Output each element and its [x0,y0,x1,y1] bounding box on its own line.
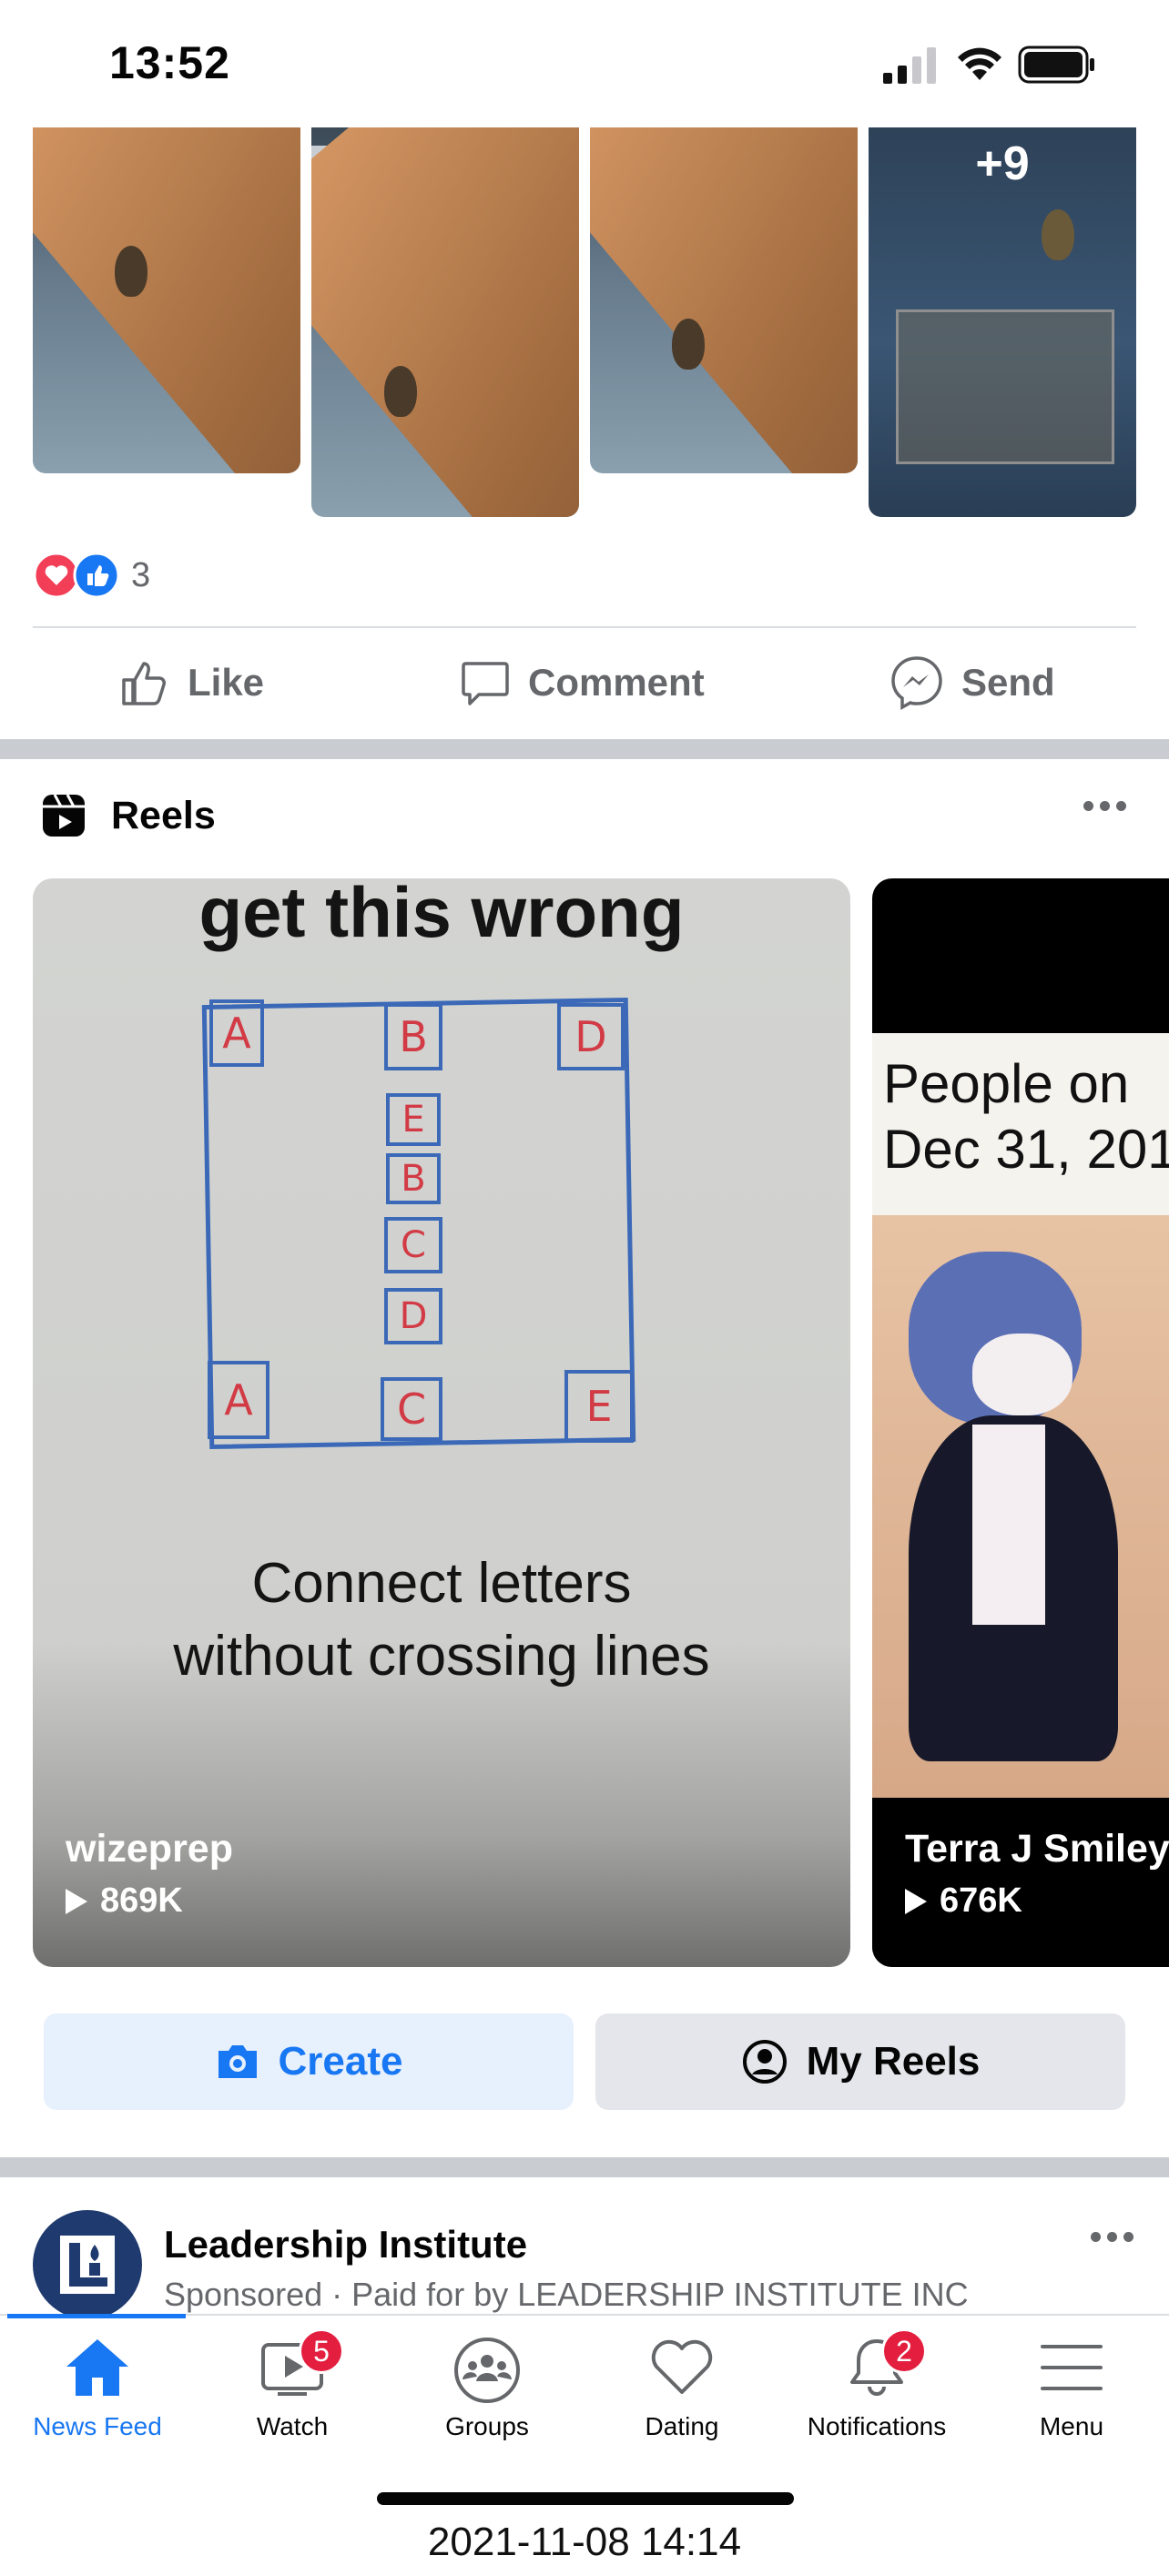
reel-card-terra[interactable]: People on Dec 31, 201 Terra J Smiley 676… [872,878,1169,1967]
reel-overlay-line: Dec 31, 201 [883,1119,1169,1180]
reel-caption: Connect letters without crossing lines [33,1547,850,1693]
send-button[interactable]: Send [889,619,1055,746]
tab-label: Groups [445,2412,529,2440]
sponsor-avatar[interactable] [33,2210,142,2319]
reels-icon [43,794,85,837]
more-dot-icon [1116,801,1126,811]
play-icon [66,1888,87,1914]
tab-dating[interactable]: Dating [584,2336,779,2454]
reels-header[interactable]: Reels [40,792,216,839]
like-label: Like [188,661,265,704]
tab-label: News Feed [33,2412,162,2440]
hamburger-menu-icon [1041,2345,1103,2390]
watch-notification-badge: 5 [299,2328,344,2374]
tab-groups[interactable]: Groups [390,2336,584,2454]
battery-icon [1018,46,1094,84]
more-photos-count: +9 [975,137,1030,190]
post-photo-4-more[interactable]: +9 [869,127,1136,517]
tab-watch[interactable]: Watch [195,2336,390,2454]
heart-icon [651,2339,713,2394]
reel-view-count: 869K [66,1881,183,1921]
more-dot-icon [1123,2232,1133,2242]
puzzle-letter: E [564,1370,634,1443]
reels-more-options[interactable] [1083,801,1126,811]
tab-notifications[interactable]: Notifications [779,2336,974,2454]
my-reels-label: My Reels [806,2039,981,2084]
reels-title: Reels [111,793,216,837]
section-divider [0,739,1169,759]
tab-label: Dating [645,2412,719,2440]
sponsor-name[interactable]: Leadership Institute [164,2223,527,2267]
reaction-count: 3 [131,555,151,594]
like-reaction-icon [73,552,120,599]
tab-menu[interactable]: Menu [974,2336,1169,2454]
tab-news-feed[interactable]: News Feed [0,2336,195,2454]
reel-thumbnail-cartoon [872,1215,1169,1798]
active-tab-indicator [7,2314,186,2318]
notifications-badge: 2 [881,2328,927,2374]
groups-icon [454,2338,520,2403]
thumbs-up-icon [122,662,166,705]
puzzle-letter: E [386,1093,441,1146]
home-icon [66,2339,128,2396]
post-photo-1[interactable] [33,127,300,473]
leadership-institute-logo-icon [60,2236,115,2294]
reel-overlay-line: People on [883,1053,1130,1114]
comment-label: Comment [528,661,705,704]
camera-icon [218,2045,257,2078]
sponsored-subtitle: Sponsored · Paid for by LEADERSHIP INSTI… [164,2276,969,2313]
puzzle-letter: C [381,1377,442,1441]
post-photo-2[interactable] [311,127,579,517]
like-button[interactable]: Like [118,619,264,746]
reel-caption-line: without crossing lines [173,1625,710,1688]
tab-label: Notifications [807,2412,947,2440]
more-dot-icon [1100,801,1110,811]
puzzle-letter: D [557,1003,625,1070]
post-more-options[interactable] [1091,2232,1133,2242]
puzzle-letter: C [384,1217,442,1273]
comment-button[interactable]: Comment [459,619,705,746]
messenger-icon [891,656,942,710]
section-divider [0,2157,1169,2177]
status-bar: 13:52 [0,0,1169,127]
play-icon [905,1888,927,1914]
reel-author: Terra J Smiley [905,1827,1169,1871]
reel-author: wizeprep [66,1827,233,1871]
puzzle-letter: A [209,999,264,1067]
status-time: 13:52 [109,37,230,88]
user-circle-icon [742,2040,787,2084]
reel-overlay-text: get this wrong [198,878,685,952]
create-label: Create [278,2039,403,2084]
more-dot-icon [1107,2232,1117,2242]
reactions-summary[interactable]: 3 [33,552,150,599]
more-dot-icon [1091,2232,1101,2242]
cellular-signal-icon [883,47,936,84]
more-dot-icon [1083,801,1093,811]
post-photo-3[interactable] [590,127,858,473]
reel-overlay-text: People on Dec 31, 201 [872,1033,1169,1215]
puzzle-letter: B [386,1153,441,1204]
reel-view-count: 676K [905,1881,1022,1921]
comment-bubble-icon [462,662,509,705]
wifi-icon [958,47,1001,80]
create-reel-button[interactable]: Create [44,2013,574,2110]
screenshot-timestamp: 2021-11-08 14:14 [427,2520,742,2564]
reel-card-wizeprep[interactable]: get this wrong A B D E B C D A C E Conne… [33,878,850,1967]
home-indicator[interactable] [377,2492,794,2505]
tab-label: Watch [256,2412,329,2440]
puzzle-letter: D [384,1288,442,1344]
my-reels-button[interactable]: My Reels [595,2013,1125,2110]
reel-caption-line: Connect letters [251,1552,632,1615]
reel-views-text: 676K [940,1881,1022,1920]
send-label: Send [961,661,1055,704]
tab-label: Menu [1039,2412,1104,2440]
reel-views-text: 869K [100,1881,183,1920]
puzzle-letter: B [384,1003,442,1070]
puzzle-letter: A [208,1361,269,1439]
